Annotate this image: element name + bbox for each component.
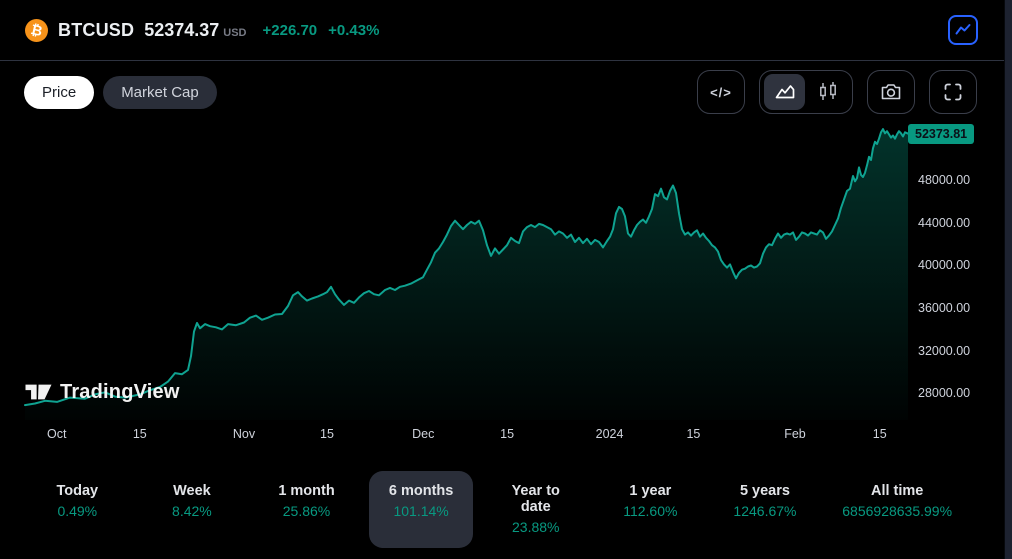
last-price-label: 52373.81 — [908, 123, 975, 144]
period-label: 5 years — [739, 483, 790, 499]
price-tab[interactable]: Price — [24, 75, 95, 109]
period-label: Week — [173, 483, 211, 499]
price-change-absolute: +226.70 — [262, 21, 318, 39]
fullscreen-icon — [944, 83, 962, 101]
candles-chart-type-button[interactable] — [807, 74, 848, 110]
x-axis-label: 15 — [686, 427, 701, 441]
period-column: Today 0.49% — [20, 471, 135, 548]
open-full-chart-button[interactable] — [948, 15, 978, 45]
period-all-time[interactable]: All time 6856928635.99% — [822, 471, 972, 548]
period-column: 1 month 25.86% — [249, 471, 364, 548]
period-column: 5 years 1246.67% — [708, 471, 823, 548]
embed-code-button[interactable]: </> — [697, 70, 745, 114]
toolbar: Price Market Cap </> — [0, 61, 1012, 114]
period-label: 1 month — [278, 483, 335, 499]
period-change-value: 25.86% — [282, 503, 331, 519]
period-change-value: 0.49% — [57, 503, 98, 519]
y-axis-label: 44000.00 — [918, 215, 971, 230]
scrollbar[interactable] — [1004, 0, 1012, 559]
period-label: 1 year — [629, 483, 672, 499]
period-column: 6 months 101.14% — [364, 471, 479, 548]
fullscreen-button[interactable] — [929, 70, 977, 114]
candlestick-icon — [819, 82, 836, 100]
market-cap-tab[interactable]: Market Cap — [103, 75, 217, 109]
period-label: Year to date — [511, 483, 560, 515]
area-chart-icon — [775, 85, 794, 99]
chart-tools: </> — [697, 70, 977, 114]
y-axis-label: 48000.00 — [918, 173, 971, 188]
period-column: Year to date 23.88% — [478, 471, 593, 548]
header: ₿ BTCUSD 52374.37 USD +226.70 +0.43% — [0, 0, 1012, 61]
watermark-text: TradingView — [60, 380, 180, 403]
x-axis-label: Dec — [412, 427, 435, 441]
tradingview-logo-icon — [25, 384, 52, 400]
line-chart-icon — [955, 24, 971, 35]
tradingview-symbol-overview-widget: ₿ BTCUSD 52374.37 USD +226.70 +0.43% Pri… — [0, 0, 1012, 559]
x-axis-label: 15 — [132, 427, 147, 441]
period-6-months[interactable]: 6 months 101.14% — [368, 471, 474, 548]
period-change-value: 112.60% — [623, 503, 678, 519]
x-axis-label: 15 — [872, 427, 887, 441]
current-price: 52374.37 — [144, 19, 220, 40]
area-chart-type-button[interactable] — [764, 74, 805, 110]
period-change-value: 1246.67% — [733, 503, 797, 519]
period-5-years[interactable]: 5 years 1246.67% — [713, 471, 817, 548]
period-change-value: 101.14% — [393, 503, 449, 519]
y-axis-label: 28000.00 — [918, 386, 971, 401]
period-label: 6 months — [388, 483, 454, 499]
period-change-value: 6856928635.99% — [842, 503, 953, 519]
period-column: All time 6856928635.99% — [822, 471, 972, 548]
period-selector: Today 0.49% Week 8.42% 1 month 25.86% 6 months… — [0, 455, 1012, 548]
period-1-year[interactable]: 1 year 112.60% — [598, 471, 702, 548]
y-axis-label: 32000.00 — [918, 343, 971, 358]
camera-icon — [881, 84, 901, 100]
currency-label: USD — [223, 26, 247, 39]
period-week[interactable]: Week 8.42% — [140, 471, 244, 548]
chart-type-switcher — [759, 70, 853, 114]
x-axis-label: 15 — [320, 427, 334, 441]
period-year-to-date[interactable]: Year to date 23.88% — [478, 471, 593, 548]
y-axis-label: 40000.00 — [918, 258, 971, 273]
bitcoin-icon: ₿ — [25, 18, 48, 42]
x-axis-label: Nov — [232, 427, 256, 441]
period-column: Week 8.42% — [135, 471, 250, 548]
period-change-value: 23.88% — [512, 519, 560, 535]
period-label: All time — [870, 483, 924, 499]
period-today[interactable]: Today 0.49% — [25, 471, 129, 548]
period-1-month[interactable]: 1 month 25.86% — [255, 471, 359, 548]
period-change-value: 8.42% — [172, 503, 212, 519]
price-change-percent: +0.43% — [328, 21, 380, 39]
y-axis-label: 36000.00 — [918, 301, 971, 316]
snapshot-button[interactable] — [867, 70, 915, 114]
x-axis-label: Feb — [784, 427, 806, 441]
code-icon: </> — [710, 84, 732, 100]
area-fill — [25, 129, 908, 420]
symbol-name: BTCUSD — [58, 19, 135, 40]
period-column: 1 year 112.60% — [593, 471, 708, 548]
x-axis-label: Oct — [47, 427, 67, 441]
tradingview-watermark: TradingView — [24, 379, 180, 405]
price-chart[interactable]: 48000.00 44000.00 40000.00 36000.00 32000.00… — [0, 113, 1012, 455]
x-axis-label: 15 — [500, 427, 515, 441]
period-label: Today — [56, 483, 99, 499]
x-axis-label: 2024 — [595, 427, 624, 441]
